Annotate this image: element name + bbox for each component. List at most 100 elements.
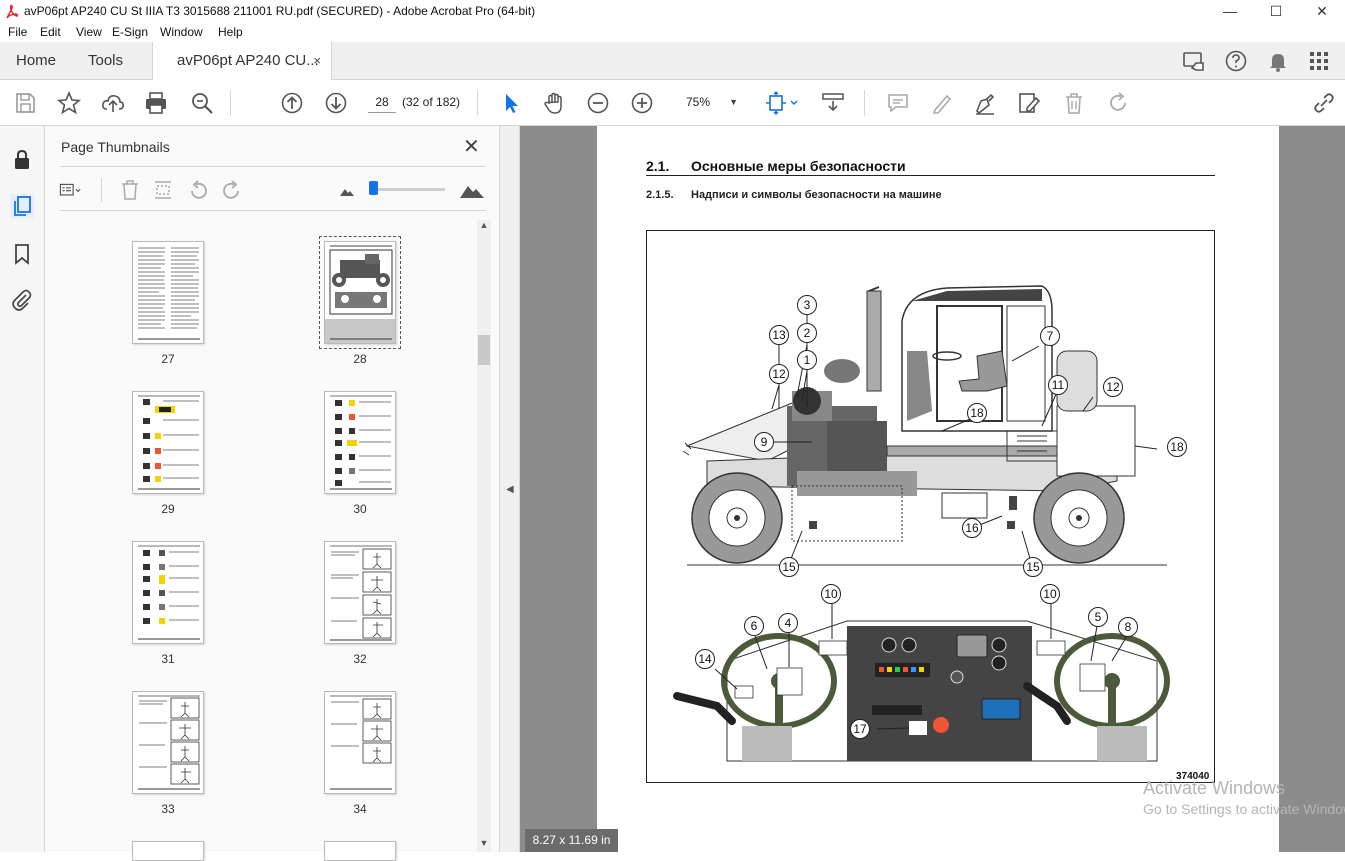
extract-pages-icon[interactable] (151, 178, 175, 202)
fit-page-icon[interactable] (764, 90, 800, 116)
page-preview (330, 395, 392, 490)
thumbnail-label: 30 (353, 502, 367, 516)
hand-pan-icon[interactable] (541, 90, 567, 116)
notifications-bell-icon[interactable] (1265, 48, 1291, 74)
page-thumbnail-34[interactable] (324, 691, 396, 794)
callout-marker: 11 (1048, 375, 1068, 395)
share-link-icon[interactable] (1311, 90, 1337, 116)
pdf-page: 2.1. Основные меры безопасности 2.1.5. Над… (597, 126, 1279, 852)
scroll-mode-icon[interactable] (820, 90, 846, 116)
panel-collapse-handle[interactable]: ◀ (500, 126, 520, 852)
page-thumbnail-32[interactable] (324, 541, 396, 644)
page-thumbnail-36[interactable] (324, 841, 396, 861)
maximize-button[interactable]: ☐ (1253, 0, 1299, 24)
menu-file[interactable]: File (8, 25, 27, 39)
callout-marker: 9 (754, 432, 774, 452)
callout-marker: 18 (967, 403, 987, 423)
callout-marker: 7 (1040, 326, 1060, 346)
toolbar: 28 (32 of 182) 75% ▼ (0, 80, 1345, 126)
thumbnail-size-slider-handle[interactable] (369, 181, 378, 195)
callout-marker: 4 (778, 613, 798, 633)
scroll-up-arrow-icon[interactable]: ▲ (477, 220, 491, 234)
bookmark-star-icon[interactable] (56, 90, 82, 116)
thumbnail-label: 29 (161, 502, 175, 516)
section-heading: 2.1. Основные меры безопасности (646, 158, 906, 174)
page-thumbnail-30[interactable] (324, 391, 396, 494)
subsection-title: Надписи и символы безопасности на машине (691, 189, 942, 201)
callout-marker: 12 (769, 364, 789, 384)
subsection-heading: 2.1.5. Надписи и символы безопасности на … (646, 189, 942, 201)
page-thumbnail-28[interactable] (319, 236, 401, 349)
thumbnail-options-icon[interactable] (59, 178, 83, 202)
collapse-arrow-icon: ◀ (506, 484, 514, 495)
page-preview (330, 695, 392, 790)
print-icon[interactable] (143, 90, 169, 116)
tab-tools[interactable]: Tools (88, 42, 123, 80)
menu-help[interactable]: Help (218, 25, 243, 39)
callout-marker: 15 (1023, 557, 1043, 577)
roller-machine-illustration (673, 285, 1170, 762)
tab-document[interactable]: avP06pt AP240 CU... × (152, 42, 332, 81)
edit-pdf-icon[interactable] (1016, 90, 1042, 116)
tab-close-icon[interactable]: × (313, 42, 321, 80)
document-view[interactable]: 2.1. Основные меры безопасности 2.1.5. Над… (520, 126, 1345, 852)
tab-bar: Home Tools avP06pt AP240 CU... × (0, 42, 1345, 81)
save-icon[interactable] (12, 90, 38, 116)
tab-home[interactable]: Home (16, 42, 56, 80)
close-panel-icon[interactable]: ✕ (463, 134, 483, 158)
page-size-indicator: 8.27 x 11.69 in (525, 829, 618, 852)
callout-marker: 13 (769, 325, 789, 345)
toolbar-divider (477, 90, 478, 116)
share-screen-icon[interactable] (1181, 48, 1207, 74)
minimize-button[interactable]: — (1207, 0, 1253, 24)
tab-document-label: avP06pt AP240 CU... (177, 52, 319, 69)
attachments-paperclip-icon[interactable] (10, 288, 34, 312)
menu-view[interactable]: View (76, 25, 102, 39)
section-title: Основные меры безопасности (691, 158, 906, 174)
zoom-out-icon[interactable] (585, 90, 611, 116)
callout-marker: 1 (797, 350, 817, 370)
scroll-down-arrow-icon[interactable]: ▼ (477, 838, 491, 852)
comment-icon[interactable] (885, 90, 911, 116)
thumbnail-label: 33 (161, 802, 175, 816)
bookmarks-icon[interactable] (10, 242, 34, 266)
page-thumbnail-35[interactable] (132, 841, 204, 861)
activation-watermark-title: Activate Windows (1143, 778, 1286, 798)
menu-window[interactable]: Window (160, 25, 203, 39)
small-thumbnails-icon[interactable] (335, 178, 359, 202)
thumbnail-scrollbar[interactable]: ▲ ▼ (477, 220, 491, 852)
page-thumbnails-icon[interactable] (10, 194, 34, 218)
page-number-input[interactable]: 28 (368, 91, 396, 113)
thumbnail-size-slider-track[interactable] (373, 188, 445, 191)
previous-page-icon[interactable] (279, 90, 305, 116)
help-icon[interactable] (1223, 48, 1249, 74)
highlight-pen-icon[interactable] (929, 90, 955, 116)
menu-esign[interactable]: E-Sign (112, 25, 148, 39)
delete-trash-icon[interactable] (1061, 90, 1087, 116)
sign-pen-icon[interactable] (972, 90, 998, 116)
panel-divider (60, 210, 486, 211)
page-thumbnail-29[interactable] (132, 391, 204, 494)
callout-marker: 14 (695, 649, 715, 669)
zoom-in-icon[interactable] (629, 90, 655, 116)
acrobat-logo-icon (6, 4, 19, 19)
scrollbar-thumb[interactable] (478, 335, 490, 365)
apps-grid-icon[interactable] (1306, 48, 1332, 74)
large-thumbnails-icon[interactable] (458, 178, 486, 202)
rotate-counterclockwise-icon[interactable] (186, 178, 210, 202)
redo-icon[interactable] (1105, 90, 1131, 116)
page-thumbnail-33[interactable] (132, 691, 204, 794)
page-thumbnail-27[interactable] (132, 241, 204, 344)
search-zoom-icon[interactable] (189, 90, 215, 116)
delete-page-icon[interactable] (118, 178, 142, 202)
menu-edit[interactable]: Edit (40, 25, 61, 39)
select-cursor-icon[interactable] (498, 90, 524, 116)
close-window-button[interactable]: ✕ (1299, 0, 1345, 24)
zoom-level-select[interactable]: 75% ▼ (676, 91, 746, 113)
rotate-clockwise-icon[interactable] (220, 178, 244, 202)
upload-cloud-icon[interactable] (100, 90, 126, 116)
next-page-icon[interactable] (323, 90, 349, 116)
callout-marker: 5 (1088, 607, 1108, 627)
page-thumbnail-31[interactable] (132, 541, 204, 644)
lock-icon[interactable] (10, 148, 34, 172)
